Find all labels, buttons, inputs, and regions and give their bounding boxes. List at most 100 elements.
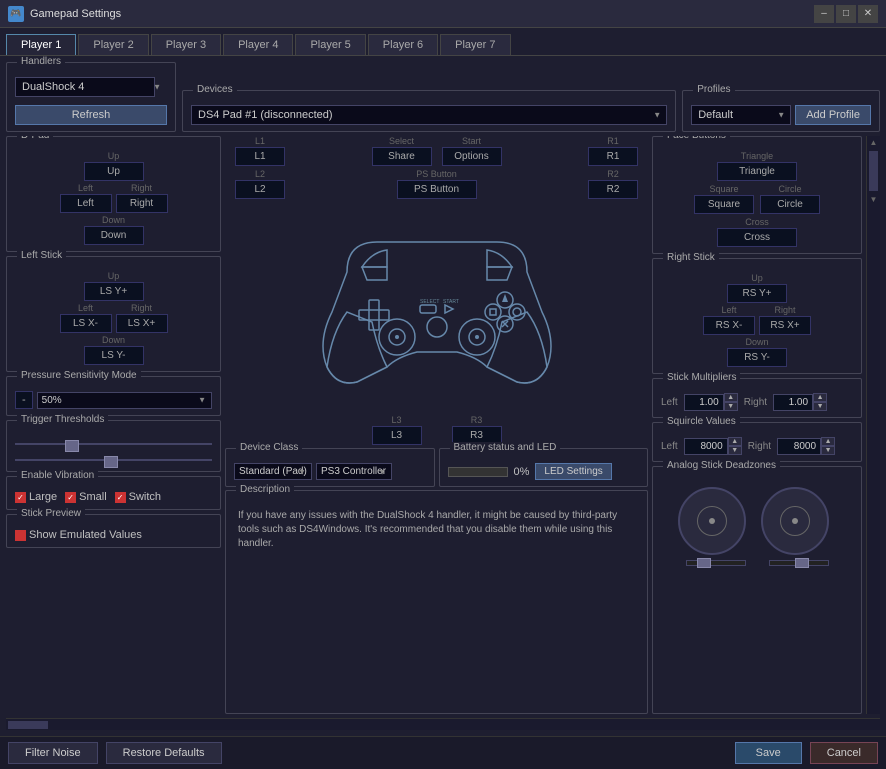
tab-player6[interactable]: Player 6: [368, 34, 438, 55]
device-select[interactable]: DS4 Pad #1 (disconnected): [191, 105, 667, 125]
dpad-up-button[interactable]: Up: [84, 162, 144, 181]
led-settings-button[interactable]: LED Settings: [535, 463, 611, 480]
scroll-up-arrow[interactable]: ▲: [867, 136, 880, 149]
dpad-mid-row: Left Left Right Right: [60, 183, 168, 213]
square-button[interactable]: Square: [694, 195, 754, 214]
ls-down-button[interactable]: LS Y-: [84, 346, 144, 365]
sensitivity-select[interactable]: 50%: [37, 392, 212, 409]
deadzone-right-slider[interactable]: [769, 560, 829, 566]
squircle-right-up[interactable]: ▲: [821, 437, 835, 446]
rs-mid-row: Left RS X- Right RS X+: [703, 305, 811, 335]
squircle-left-input[interactable]: [684, 438, 728, 455]
squircle-left-up[interactable]: ▲: [728, 437, 742, 446]
deadzone-circles: [661, 487, 853, 562]
squircle-left-down[interactable]: ▼: [728, 446, 742, 455]
scrollbar-thumb[interactable]: [869, 151, 878, 191]
maximize-button[interactable]: □: [836, 5, 856, 23]
tab-player5[interactable]: Player 5: [295, 34, 365, 55]
cross-button[interactable]: Cross: [717, 228, 797, 247]
restore-defaults-button[interactable]: Restore Defaults: [106, 742, 222, 764]
circle-button[interactable]: Circle: [760, 195, 820, 214]
device-class-section: Device Class Standard (Pad) PS3 Controll…: [225, 448, 435, 487]
tab-player1[interactable]: Player 1: [6, 34, 76, 55]
dpad-label: D-Pad: [17, 136, 53, 141]
window-title: Gamepad Settings: [30, 8, 814, 20]
stick-multipliers-row: Left ▲ ▼ Right ▲: [661, 393, 853, 411]
mult-left-down[interactable]: ▼: [724, 402, 738, 411]
left-stick-label: Left Stick: [17, 250, 66, 261]
deadzone-left-inner: [697, 506, 727, 536]
ps-group: PS Button PS Button: [397, 169, 477, 199]
mult-left-up[interactable]: ▲: [724, 393, 738, 402]
deadzone-left-thumb[interactable]: [697, 558, 711, 568]
show-emulated-values-checkbox[interactable]: Show Emulated Values: [15, 529, 212, 541]
l2-button[interactable]: L2: [235, 180, 285, 199]
l3-group: L3 L3: [372, 415, 422, 445]
squircle-row: Left ▲ ▼ Right ▲: [661, 437, 853, 455]
main-scrollbar[interactable]: ▲ ▼: [866, 136, 880, 714]
trigger-slider-2[interactable]: [15, 459, 212, 461]
tab-player2[interactable]: Player 2: [78, 34, 148, 55]
mult-right-input[interactable]: [773, 394, 813, 411]
horiz-scroll-thumb[interactable]: [8, 721, 48, 729]
device-type-select[interactable]: Standard (Pad): [234, 463, 312, 480]
trigger-slider-1-thumb[interactable]: [65, 440, 79, 452]
tab-player3[interactable]: Player 3: [151, 34, 221, 55]
squircle-right-down[interactable]: ▼: [821, 446, 835, 455]
close-button[interactable]: ✕: [858, 5, 878, 23]
trigger-slider-2-thumb[interactable]: [104, 456, 118, 468]
ls-up-button[interactable]: LS Y+: [84, 282, 144, 301]
ls-down-toplabel: Down: [84, 335, 144, 345]
deadzone-left-slider[interactable]: [686, 560, 746, 566]
left-stick-grid: Up LS Y+ Left LS X- Right LS X+: [15, 271, 212, 365]
deadzone-right-inner: [780, 506, 810, 536]
r2-button[interactable]: R2: [588, 180, 638, 199]
profile-select[interactable]: Default: [691, 105, 791, 125]
description-section: Description If you have any issues with …: [225, 490, 648, 714]
mult-right-up[interactable]: ▲: [813, 393, 827, 402]
tab-player4[interactable]: Player 4: [223, 34, 293, 55]
triangle-button[interactable]: Triangle: [717, 162, 797, 181]
start-button[interactable]: Options: [442, 147, 502, 166]
horizontal-scrollbar[interactable]: [6, 718, 880, 730]
deadzone-right-thumb[interactable]: [795, 558, 809, 568]
trigger-slider-1[interactable]: [15, 443, 212, 445]
handler-select[interactable]: DualShock 4: [15, 77, 155, 97]
add-profile-button[interactable]: Add Profile: [795, 105, 871, 125]
rs-up-button[interactable]: RS Y+: [727, 284, 787, 303]
save-button[interactable]: Save: [735, 742, 802, 764]
rs-down-button[interactable]: RS Y-: [727, 348, 787, 367]
dpad-right-button[interactable]: Right: [116, 194, 168, 213]
minimize-button[interactable]: –: [814, 5, 834, 23]
vibration-large-checkbox[interactable]: Large: [15, 491, 57, 503]
l1-button[interactable]: L1: [235, 147, 285, 166]
scroll-down-arrow[interactable]: ▼: [867, 193, 880, 206]
sensitivity-minus-button[interactable]: -: [15, 391, 33, 409]
dpad-down-button[interactable]: Down: [84, 226, 144, 245]
ls-left-button[interactable]: LS X-: [60, 314, 112, 333]
stick-preview-label: Stick Preview: [17, 508, 85, 519]
ls-right-button[interactable]: LS X+: [116, 314, 168, 333]
r1-button[interactable]: R1: [588, 147, 638, 166]
device-controller-select[interactable]: PS3 Controller: [316, 463, 392, 480]
rs-right-button[interactable]: RS X+: [759, 316, 811, 335]
vibration-small-checkbox[interactable]: Small: [65, 491, 107, 503]
face-buttons-section: Face Buttons Triangle Triangle Square Sq…: [652, 136, 862, 254]
mult-left-input[interactable]: [684, 394, 724, 411]
tab-bar: Player 1 Player 2 Player 3 Player 4 Play…: [0, 28, 886, 56]
filter-noise-button[interactable]: Filter Noise: [8, 742, 98, 764]
rs-left-button[interactable]: RS X-: [703, 316, 755, 335]
square-group: Square Square: [694, 184, 754, 214]
tab-player7[interactable]: Player 7: [440, 34, 510, 55]
dpad-left-button[interactable]: Left: [60, 194, 112, 213]
l3-button[interactable]: L3: [372, 426, 422, 445]
right-stick-grid: Up RS Y+ Left RS X- Right RS X+: [661, 273, 853, 367]
vibration-switch-checkbox[interactable]: Switch: [115, 491, 161, 503]
mult-right-down[interactable]: ▼: [813, 402, 827, 411]
face-buttons-grid: Triangle Triangle Square Square Circle: [661, 151, 853, 247]
ps-button[interactable]: PS Button: [397, 180, 477, 199]
cancel-button[interactable]: Cancel: [810, 742, 878, 764]
select-button[interactable]: Share: [372, 147, 432, 166]
squircle-right-input[interactable]: [777, 438, 821, 455]
refresh-button[interactable]: Refresh: [15, 105, 167, 125]
